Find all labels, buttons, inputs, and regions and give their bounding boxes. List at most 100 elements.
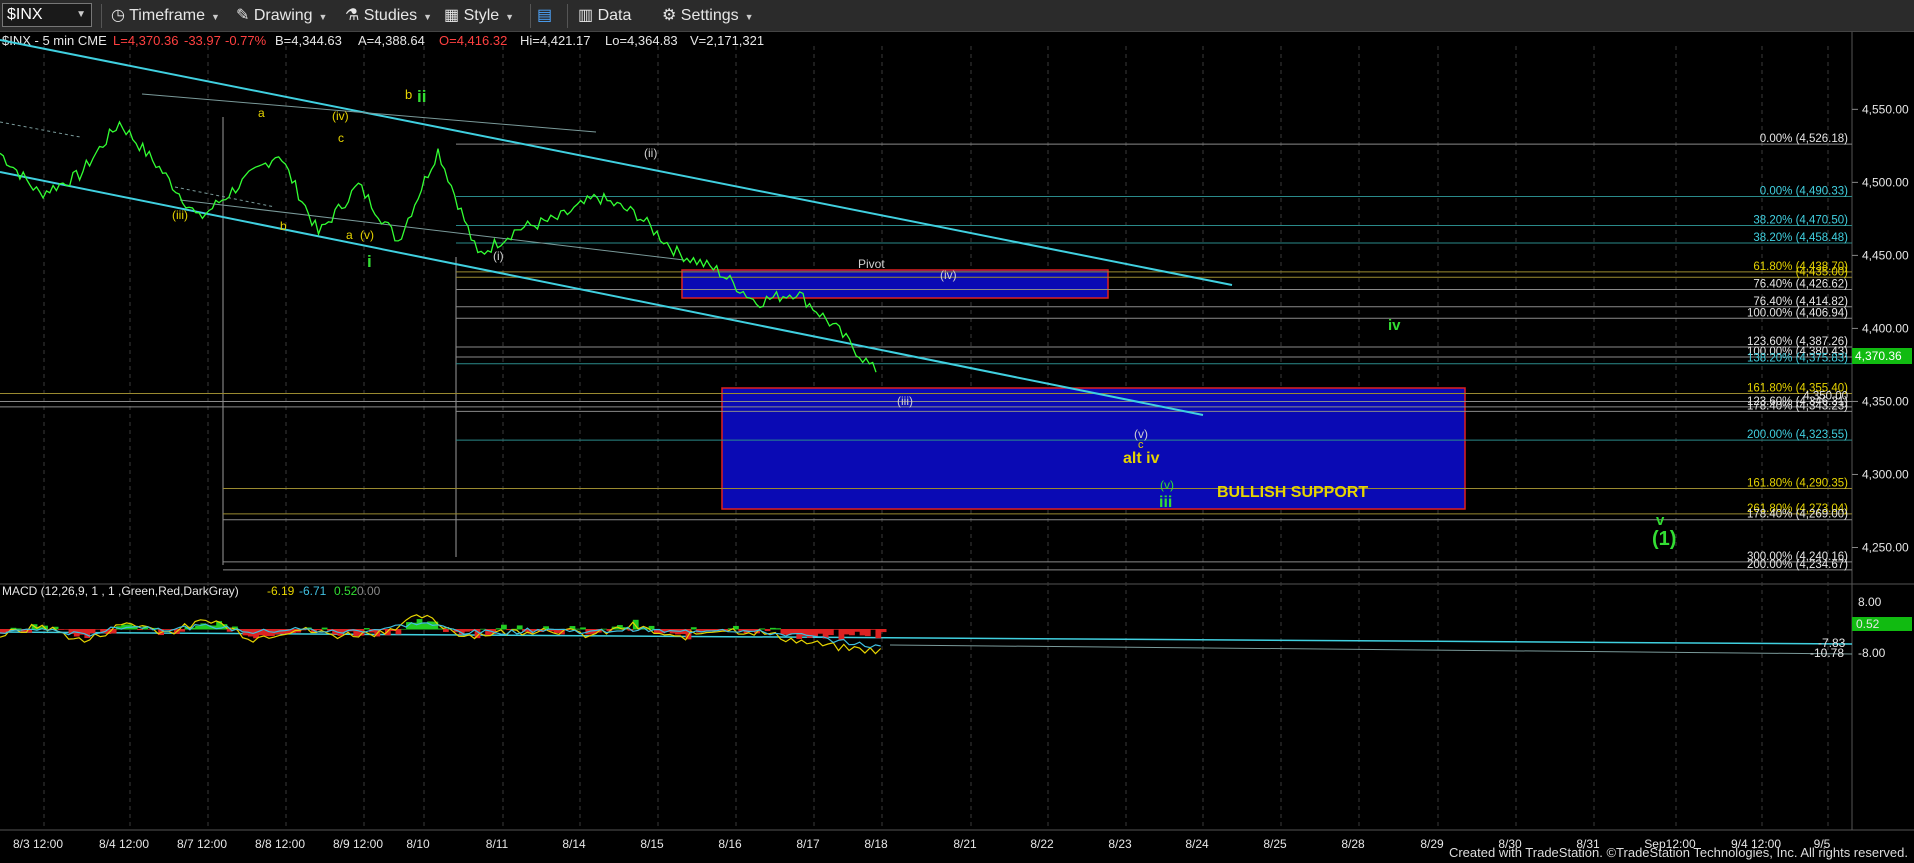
macd-histogram-bar — [400, 628, 407, 630]
macd-zero-value: 0.00 — [357, 584, 381, 598]
x-tick-label: 8/21 — [953, 837, 977, 851]
ask-value: A=4,388.64 — [358, 33, 425, 48]
studies-label: Studies — [363, 7, 418, 24]
macd-title: MACD (12,26,9, 1 , 1 ,Green,Red,DarkGray… — [2, 584, 239, 598]
symbol-text: $INX — [7, 6, 43, 23]
fib-level-label: 38.20% (4,470.50) — [1753, 214, 1848, 226]
fib-level-label: 76.40% (4,426.62) — [1753, 279, 1848, 291]
x-tick-label: 8/15 — [640, 837, 664, 851]
chevron-down-icon: ▼ — [505, 12, 515, 22]
wave-label: (1) — [1652, 528, 1676, 550]
layout-icon: ▤ — [537, 7, 553, 24]
macd-tick: 8.00 — [1858, 595, 1882, 609]
y-tick-label: 4,450.00 — [1862, 248, 1909, 262]
macd-histogram-bar — [833, 629, 840, 630]
wave-label: ii — [417, 87, 426, 106]
macd-histogram-bar — [464, 629, 470, 632]
x-tick-label: 8/10 — [406, 837, 430, 851]
settings-menu[interactable]: ⚙ Settings ▼ — [662, 4, 754, 27]
macd-histogram-bar — [769, 627, 776, 630]
bar-chart-icon: ▥ — [578, 7, 594, 24]
wave-label: (v) — [360, 228, 374, 242]
chevron-down-icon: ▼ — [318, 12, 328, 22]
wave-label: b — [405, 87, 412, 102]
y-tick-label: 4,500.00 — [1862, 175, 1909, 189]
macd-histogram-bar — [843, 629, 850, 635]
fib-level-label: 100.00% (4,406.94) — [1747, 307, 1848, 319]
x-tick-label: 8/14 — [562, 837, 586, 851]
studies-menu[interactable]: ⚗ Studies ▼ — [345, 4, 432, 27]
macd-histogram-bar — [859, 629, 866, 636]
data-menu[interactable]: ▥ Data — [578, 4, 631, 27]
fib-level-label: 178.40% (4,343.23) — [1747, 400, 1848, 412]
chevron-down-icon: ▼ — [423, 12, 433, 22]
drawing-menu[interactable]: ✎ Drawing ▼ — [236, 4, 327, 27]
macd-hist-tag-text: 0.52 — [1856, 617, 1880, 631]
symbol-selector[interactable]: $INX ▼ — [2, 3, 92, 27]
price-axis: 4,550.00 4,500.00 4,450.00 4,400.00 4,350.00… — [1852, 102, 1909, 554]
style-menu[interactable]: ▦ Style ▼ — [444, 4, 514, 27]
y-tick-label: 4,350.00 — [1862, 394, 1909, 408]
macd-histogram-bar — [748, 629, 755, 631]
x-tick-label: 8/3 12:00 — [13, 837, 63, 851]
timeframe-menu[interactable]: ◷ Timeframe ▼ — [111, 4, 220, 27]
wave-label: (iv) — [332, 109, 349, 123]
wave-label: (i) — [493, 249, 504, 263]
macd-tick: -8.00 — [1858, 646, 1886, 660]
y-tick-label: 4,300.00 — [1862, 467, 1909, 481]
macd-histogram-bar — [363, 628, 370, 630]
macd-histogram-bar — [316, 629, 323, 631]
wave-label: (iii) — [897, 394, 913, 408]
toolbar-divider — [567, 4, 568, 28]
style-label: Style — [463, 7, 500, 24]
drawing-label: Drawing — [253, 7, 313, 24]
trendline — [179, 199, 685, 261]
x-tick-label: 8/11 — [486, 837, 509, 851]
macd-histogram-bar — [849, 629, 855, 636]
data-label: Data — [597, 7, 632, 24]
x-tick-label: 8/17 — [796, 837, 820, 851]
price-series-line — [0, 120, 877, 373]
y-tick-label: 4,250.00 — [1862, 540, 1909, 554]
macd-histogram-bar — [58, 629, 64, 630]
macd-histogram-bar — [775, 628, 782, 630]
dashed-trendline — [0, 121, 81, 138]
wave-label: iv — [1388, 317, 1401, 334]
macd-value: -6.19 — [267, 584, 295, 598]
trendline — [141, 93, 597, 133]
x-tick-label: 8/24 — [1185, 837, 1209, 851]
last-price-tag-text: 4,370.36 — [1855, 349, 1902, 363]
x-tick-label: 8/23 — [1108, 837, 1132, 851]
macd-histogram-bar — [864, 629, 871, 637]
pivot-label: Pivot — [858, 257, 885, 271]
upper-channel-line — [0, 39, 1233, 286]
volume-value: V=2,171,321 — [690, 33, 764, 48]
wave-label: i — [367, 252, 372, 271]
macd-histogram-bar — [690, 627, 697, 630]
wave-label: v — [1656, 512, 1665, 529]
x-tick-label: 8/7 12:00 — [177, 837, 227, 851]
wave-label: (ii) — [644, 146, 657, 160]
macd-histogram-bar — [479, 628, 486, 630]
fib-level-label: 200.00% (4,234.67) — [1747, 559, 1848, 571]
macd-histogram-bar — [580, 627, 586, 630]
wave-label: iii — [1159, 494, 1172, 511]
x-tick-label: 8/9 12:00 — [333, 837, 383, 851]
chevron-down-icon: ▼ — [210, 12, 220, 22]
macd-histogram-bar — [817, 629, 824, 634]
open-value: O=4,416.32 — [439, 33, 507, 48]
price-chart[interactable]: $INX - 5 min CME L=4,370.36 -33.97 -0.77… — [0, 32, 1914, 862]
macd-histogram-bar — [421, 623, 428, 630]
macd-histogram-bar — [195, 625, 201, 630]
layout-button[interactable]: ▤ — [537, 4, 552, 27]
timeframe-label: Timeframe — [129, 7, 205, 24]
macd-histogram-bar — [880, 629, 887, 633]
fib-level-label: 161.80% (4,290.35) — [1747, 478, 1848, 490]
macd-histogram-bar — [89, 629, 96, 634]
macd-histogram-bar — [875, 629, 882, 639]
macd-signal-value: -6.71 — [299, 584, 327, 598]
chevron-down-icon: ▼ — [76, 9, 86, 20]
macd-histogram-bar — [806, 629, 813, 638]
x-tick-label: 8/29 — [1420, 837, 1444, 851]
style-icon: ▦ — [444, 7, 460, 24]
